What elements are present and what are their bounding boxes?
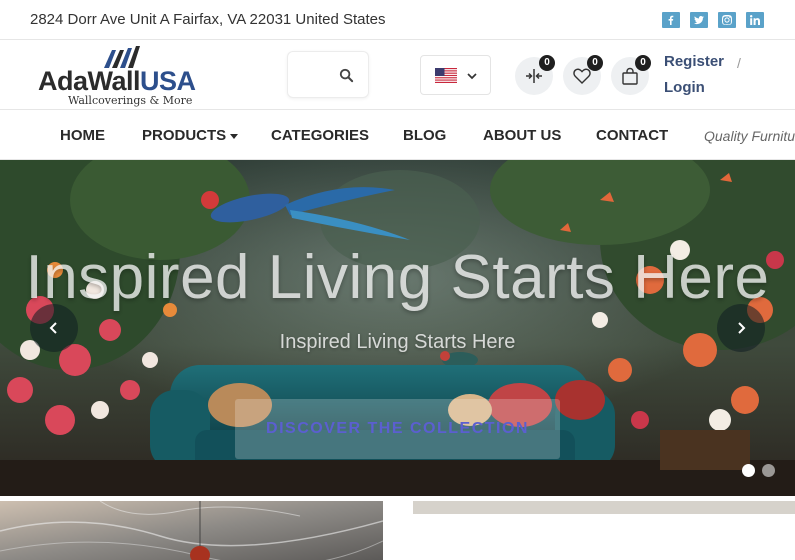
marble-wall-image — [0, 501, 383, 560]
wishlist-count-badge: 0 — [587, 55, 603, 71]
search-button[interactable] — [287, 51, 369, 98]
logo-mark-icon — [104, 46, 140, 68]
hero-slider: Inspired Living Starts Here Inspired Liv… — [0, 160, 795, 496]
chevron-down-icon — [467, 73, 477, 80]
search-icon — [339, 68, 354, 83]
compare-count-badge: 0 — [539, 55, 555, 71]
hero-title: Inspired Living Starts Here — [25, 243, 770, 312]
cart-count-badge: 0 — [635, 55, 651, 71]
logo-text: AdaWallUSA — [38, 66, 196, 96]
cart-button[interactable]: 0 — [611, 55, 651, 95]
wishlist-button[interactable]: 0 — [563, 55, 603, 95]
login-link[interactable]: Login — [664, 79, 705, 96]
slider-dot-2[interactable] — [762, 464, 775, 477]
slider-prev-button[interactable] — [30, 304, 78, 352]
nav-item-contact[interactable]: CONTACT — [596, 127, 668, 144]
instagram-icon[interactable] — [718, 12, 736, 28]
auth-separator: / — [737, 55, 741, 71]
logo-tagline: Wallcoverings & More — [68, 94, 193, 107]
nav-item-blog[interactable]: BLOG — [403, 127, 446, 144]
site-logo[interactable]: AdaWallUSA Wallcoverings & More — [38, 46, 216, 107]
us-flag-icon — [435, 68, 457, 83]
main-navigation: HOME PRODUCTS CATEGORIES BLOG ABOUT US C… — [0, 110, 795, 160]
nav-item-home[interactable]: HOME — [60, 127, 105, 144]
nav-item-products-label: PRODUCTS — [142, 127, 227, 144]
site-header: AdaWallUSA Wallcoverings & More 0 0 0 Re… — [0, 40, 795, 110]
hero-subtitle: Inspired Living Starts Here — [279, 331, 516, 353]
twitter-icon[interactable] — [690, 12, 708, 28]
compare-button[interactable]: 0 — [515, 55, 555, 95]
marquee-text: Quality Furnitu — [704, 128, 795, 144]
linkedin-icon[interactable] — [746, 12, 764, 28]
chevron-right-icon — [738, 322, 746, 334]
register-link[interactable]: Register — [664, 53, 724, 70]
chevron-left-icon — [49, 322, 57, 334]
language-selector[interactable] — [420, 55, 491, 95]
nav-item-about-us[interactable]: ABOUT US — [483, 127, 561, 144]
slider-next-button[interactable] — [717, 304, 765, 352]
slider-dot-1[interactable] — [742, 464, 755, 477]
facebook-icon[interactable] — [662, 12, 680, 28]
category-tile-image[interactable] — [0, 501, 383, 560]
discover-collection-button[interactable]: DISCOVER THE COLLECTION — [235, 399, 560, 459]
nav-item-categories[interactable]: CATEGORIES — [271, 127, 369, 144]
caret-down-icon — [230, 133, 239, 139]
nav-item-products[interactable]: PRODUCTS — [142, 127, 239, 144]
store-address: 2824 Dorr Ave Unit A Fairfax, VA 22031 U… — [30, 11, 386, 28]
category-tile-image-2[interactable] — [413, 501, 795, 514]
top-bar: 2824 Dorr Ave Unit A Fairfax, VA 22031 U… — [0, 0, 795, 40]
